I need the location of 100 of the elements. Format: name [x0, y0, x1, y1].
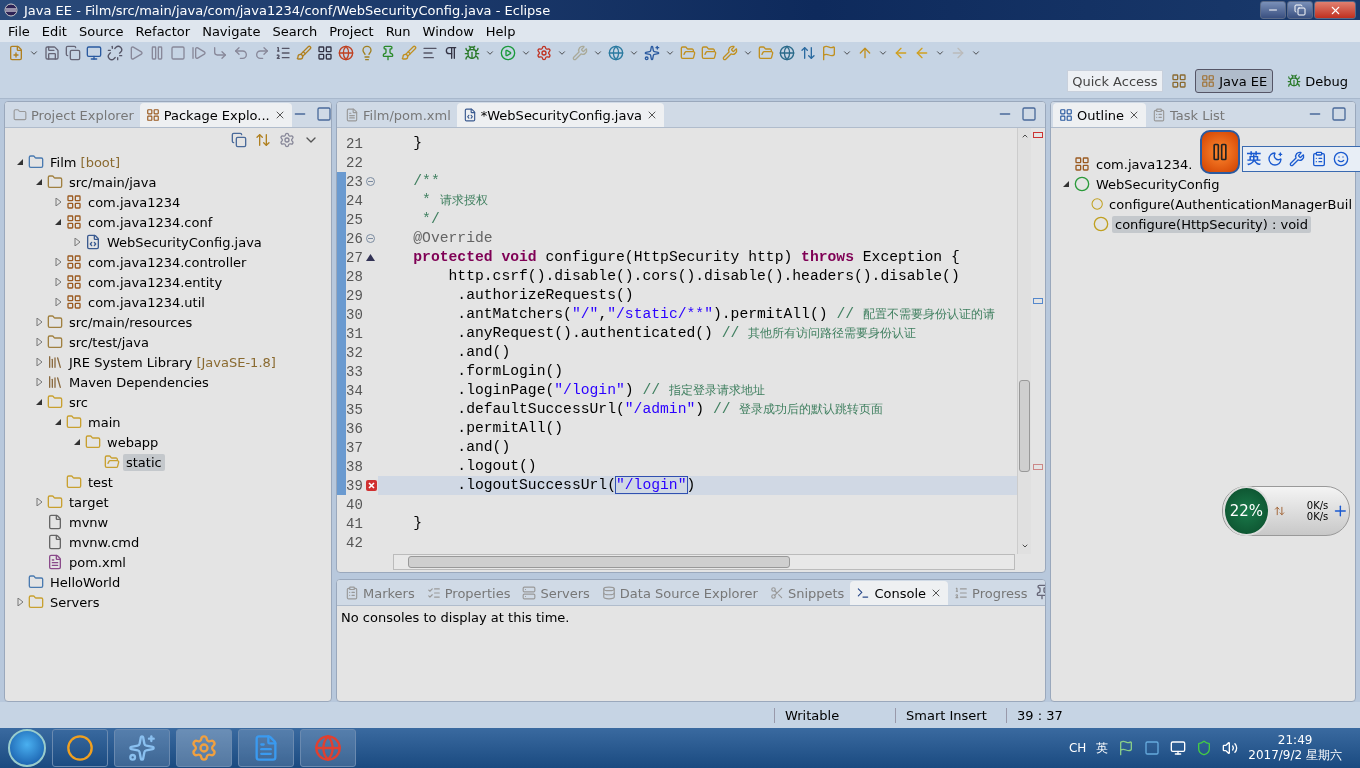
- panel-tab[interactable]: Package Explo...: [139, 103, 292, 127]
- scroll-thumb[interactable]: [1019, 380, 1030, 472]
- tree-item[interactable]: Maven Dependencies: [66, 373, 212, 391]
- taskbar-app-button[interactable]: [238, 729, 294, 767]
- brush-icon[interactable]: [401, 45, 417, 61]
- redo-icon[interactable]: [254, 45, 270, 61]
- arrow-up-icon[interactable]: [857, 45, 873, 61]
- restore-button[interactable]: [1287, 1, 1313, 19]
- tree-item[interactable]: src/test/java: [66, 333, 152, 351]
- expand-triangle-icon[interactable]: [35, 338, 43, 346]
- lightbulb-icon[interactable]: [359, 45, 375, 61]
- tree-item[interactable]: com.java1234.: [1093, 155, 1196, 173]
- caret-icon[interactable]: [593, 48, 603, 58]
- menu-item[interactable]: Search: [266, 23, 324, 39]
- maximize-icon[interactable]: [1021, 106, 1037, 122]
- menu-item[interactable]: Project: [323, 23, 380, 39]
- perspective-button[interactable]: Java EE: [1195, 69, 1274, 93]
- taskbar-app-button[interactable]: [52, 729, 108, 767]
- tree-item[interactable]: configure(AuthenticationManagerBuil: [1106, 195, 1355, 213]
- expand-triangle-icon[interactable]: [54, 298, 62, 306]
- start-button[interactable]: [8, 729, 46, 767]
- new-file-icon[interactable]: [8, 45, 24, 61]
- tree-item[interactable]: target: [66, 493, 112, 511]
- menu-item[interactable]: Refactor: [129, 23, 197, 39]
- maximize-icon[interactable]: [1331, 106, 1347, 122]
- menu-item[interactable]: Edit: [35, 23, 73, 39]
- collapse-all-icon[interactable]: [231, 132, 247, 148]
- scrollbar[interactable]: [1017, 128, 1031, 554]
- tree-item[interactable]: src/main/java: [66, 173, 160, 191]
- taskbar-app-button[interactable]: [300, 729, 356, 767]
- caret-icon[interactable]: [971, 48, 981, 58]
- caret-icon[interactable]: [935, 48, 945, 58]
- tree-item[interactable]: HelloWorld: [47, 573, 124, 591]
- expand-triangle-icon[interactable]: [16, 598, 24, 606]
- menu-item[interactable]: Run: [379, 23, 417, 39]
- settings-icon[interactable]: [536, 45, 552, 61]
- box-icon[interactable]: [1144, 740, 1161, 756]
- taskbar-app-button[interactable]: [114, 729, 170, 767]
- corner-arrow-icon[interactable]: [212, 45, 228, 61]
- caret-icon[interactable]: [842, 48, 852, 58]
- close-button[interactable]: [1314, 1, 1356, 19]
- expand-triangle-icon[interactable]: [35, 358, 43, 366]
- moon-icon[interactable]: [1267, 151, 1283, 167]
- tree-item[interactable]: mvnw: [66, 513, 112, 531]
- quick-access-field[interactable]: Quick Access: [1067, 70, 1164, 92]
- fold-icon[interactable]: [366, 234, 375, 243]
- unlink-icon[interactable]: [107, 45, 123, 61]
- bug-icon[interactable]: [464, 45, 480, 61]
- ime-indicator[interactable]: 英: [1096, 739, 1109, 757]
- brush-icon[interactable]: [296, 45, 312, 61]
- folder-icon[interactable]: [701, 45, 717, 61]
- tree-item[interactable]: WebSecurityConfig: [1093, 175, 1223, 193]
- monitor-icon[interactable]: [86, 45, 102, 61]
- step-forward-icon[interactable]: [191, 45, 207, 61]
- caret-icon[interactable]: [557, 48, 567, 58]
- play-icon[interactable]: [128, 45, 144, 61]
- collapse-triangle-icon[interactable]: [35, 398, 43, 406]
- link-icon[interactable]: [255, 132, 271, 148]
- tree-item[interactable]: src/main/resources: [66, 313, 196, 331]
- globe-icon[interactable]: [608, 45, 624, 61]
- caret-icon[interactable]: [29, 48, 39, 58]
- collapse-triangle-icon[interactable]: [1062, 180, 1070, 188]
- collapse-triangle-icon[interactable]: [73, 438, 81, 446]
- tree-item[interactable]: WebSecurityConfig.java: [104, 233, 265, 251]
- run-icon[interactable]: [500, 45, 516, 61]
- caret-icon[interactable]: [878, 48, 888, 58]
- input-language[interactable]: CH: [1068, 741, 1087, 755]
- clipboard-icon[interactable]: [1311, 151, 1327, 167]
- expand-triangle-icon[interactable]: [35, 318, 43, 326]
- tree-item[interactable]: com.java1234: [85, 193, 184, 211]
- tree-item[interactable]: webapp: [104, 433, 162, 451]
- expand-triangle-icon[interactable]: [35, 378, 43, 386]
- menu-item[interactable]: Help: [479, 23, 522, 39]
- collapse-triangle-icon[interactable]: [54, 218, 62, 226]
- collapse-triangle-icon[interactable]: [16, 158, 24, 166]
- flag-icon[interactable]: [821, 45, 837, 61]
- menu-item[interactable]: Window: [416, 23, 480, 39]
- tree-item[interactable]: Servers: [47, 593, 103, 611]
- pilcrow-icon[interactable]: [443, 45, 459, 61]
- flag-icon[interactable]: [1118, 740, 1135, 756]
- folder-icon[interactable]: [680, 45, 696, 61]
- panel-tab[interactable]: Outline: [1053, 103, 1147, 127]
- tree-item[interactable]: test: [85, 473, 116, 491]
- collapse-triangle-icon[interactable]: [35, 178, 43, 186]
- tree-item[interactable]: static: [123, 453, 165, 471]
- panel-tab[interactable]: *WebSecurityConfig.java: [456, 103, 665, 127]
- ime-language[interactable]: 英: [1247, 150, 1261, 168]
- caret-icon[interactable]: [629, 48, 639, 58]
- menu-item[interactable]: File: [2, 23, 36, 39]
- caret-icon[interactable]: [743, 48, 753, 58]
- caret-icon[interactable]: [485, 48, 495, 58]
- globe-icon[interactable]: [779, 45, 795, 61]
- fold-icon[interactable]: [366, 177, 375, 186]
- taskbar-app-button[interactable]: [176, 729, 232, 767]
- tree-item[interactable]: JRE System Library [JavaSE-1.8]: [66, 353, 279, 371]
- shield-icon[interactable]: [1196, 740, 1213, 756]
- pause-icon[interactable]: [149, 45, 165, 61]
- smile-icon[interactable]: [1333, 151, 1349, 167]
- menu-item[interactable]: Navigate: [196, 23, 267, 39]
- tree-item[interactable]: com.java1234.entity: [85, 273, 226, 291]
